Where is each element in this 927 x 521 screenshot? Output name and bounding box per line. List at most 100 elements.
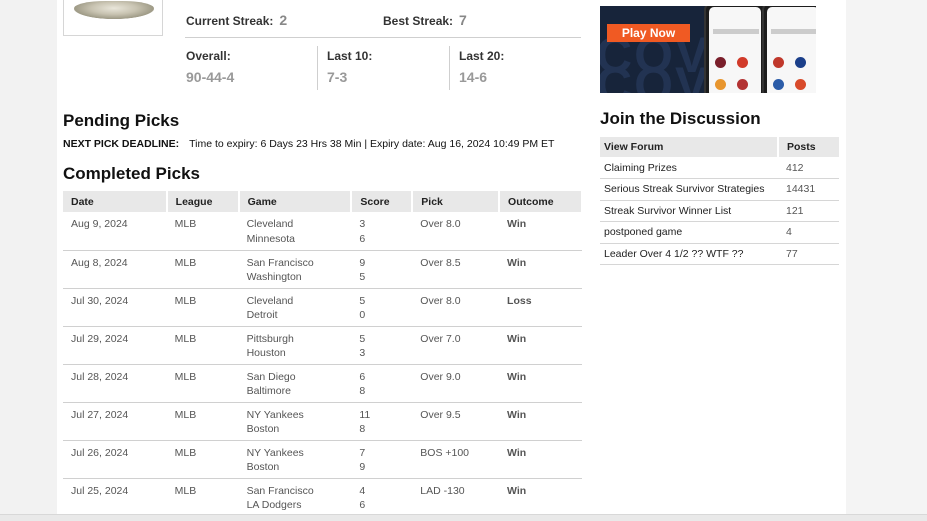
table-row: Jul 26, 2024 MLB NY Yankees Boston 79 BOS… [63,440,582,479]
pick-score: 95 [351,250,413,289]
pick-score: 46 [351,478,413,517]
best-streak-label: Best Streak: [383,14,454,28]
record-value: 7-3 [327,69,348,85]
table-row: Aug 8, 2024 MLB San Francisco Washington … [63,250,582,289]
score-home: 5 [359,332,366,345]
table-row: Jul 30, 2024 MLB Cleveland Detroit 50 Ove… [63,288,582,327]
forum-topic-row[interactable]: Serious Streak Survivor Strategies 14431 [600,178,839,201]
team-away: Boston [246,423,280,435]
forum-topic-link[interactable]: Claiming Prizes [600,157,778,179]
table-header-row: Date League Game Score Pick Outcome [63,191,583,212]
pick-outcome: Win [499,478,582,517]
score-home: 7 [359,446,366,459]
pick-outcome: Win [499,250,582,289]
pick-outcome: Win [499,402,582,441]
pick-score: 79 [351,440,413,479]
pick-choice: Over 8.0 [412,288,500,327]
pick-date: Jul 25, 2024 [63,478,167,517]
pick-choice: BOS +100 [412,440,500,479]
play-now-button[interactable]: Play Now [607,24,690,42]
pick-game: San Diego Baltimore [238,364,352,403]
pick-choice: Over 7.0 [412,326,500,365]
record-label: Last 10: [327,49,373,63]
pick-game: Cleveland Detroit [238,288,352,327]
team-away: Washington [246,271,302,283]
score-away: 5 [359,271,366,283]
team-home: San Diego [246,370,296,383]
column-header-pick[interactable]: Pick [412,191,501,212]
score-away: 0 [359,309,366,321]
divider [185,37,581,38]
forum-topic-row[interactable]: postponed game 4 [600,221,839,244]
horizontal-scrollbar[interactable] [0,514,927,521]
team-away: Boston [246,461,280,473]
pick-league: MLB [166,212,239,251]
team-away: Houston [246,347,286,359]
forum-topic-row[interactable]: Leader Over 4 1/2 ?? WTF ?? 77 [600,243,839,265]
table-row: Jul 28, 2024 MLB San Diego Baltimore 68 O… [63,364,582,403]
pick-game: San Francisco Washington [238,250,352,289]
forum-topic-link[interactable]: postponed game [600,221,778,244]
table-row: Aug 9, 2024 MLB Cleveland Minnesota 36 Ov… [63,212,582,251]
pick-game: NY Yankees Boston [238,402,352,441]
score-away: 6 [359,232,366,245]
score-away: 8 [359,423,366,435]
table-row: Jul 27, 2024 MLB NY Yankees Boston 11 8 Ov… [63,402,582,441]
pick-choice: Over 8.0 [412,212,500,251]
ad-background-text: COV [600,57,711,93]
record-overall: Overall: 90-44-4 [186,49,234,85]
deadline-label: NEXT PICK DEADLINE: [63,138,180,150]
score-home: 3 [359,218,366,230]
advertisement-banner[interactable]: COV COV Play Now [600,6,816,93]
current-streak-value: 2 [279,12,288,28]
pick-choice: LAD -130 [412,478,500,517]
avatar-image [74,1,154,19]
column-header-league[interactable]: League [166,191,240,212]
view-forum-link[interactable]: View Forum [600,137,778,157]
record-last-20: Last 20: 14-6 [459,49,504,85]
pick-league: MLB [166,250,239,289]
score-away: 8 [359,385,366,397]
pick-game: San Francisco LA Dodgers [238,478,352,517]
forum-topic-link[interactable]: Streak Survivor Winner List [600,200,778,222]
pick-outcome: Win [499,364,582,403]
pick-outcome: Loss [499,288,582,327]
team-home: Pittsburgh [246,332,294,345]
score-home: 4 [359,484,366,497]
pick-outcome: Win [499,212,582,251]
table-row: Jul 29, 2024 MLB Pittsburgh Houston 53 Ov… [63,326,582,365]
score-away: 3 [359,347,366,359]
completed-picks-heading: Completed Picks [63,164,200,183]
record-last-10: Last 10: 7-3 [327,49,372,85]
column-header-score[interactable]: Score [351,191,414,212]
record-label: Last 20: [459,49,505,63]
score-away: 6 [359,499,366,511]
forum-topic-row[interactable]: Streak Survivor Winner List 121 [600,200,839,222]
pick-date: Aug 8, 2024 [63,250,167,289]
posts-column-header: Posts [777,137,839,157]
pick-game: Cleveland Minnesota [238,212,352,251]
forum-topic-row[interactable]: Claiming Prizes 412 [600,157,839,179]
score-away: 9 [359,461,366,473]
score-home: 6 [359,370,366,383]
phone-mockup-image [762,6,816,93]
pick-score: 50 [351,288,413,327]
pending-picks-heading: Pending Picks [63,111,180,130]
team-home: Cleveland [246,294,294,307]
forum-topic-link[interactable]: Leader Over 4 1/2 ?? WTF ?? [600,243,778,265]
best-streak: Best Streak: 7 [383,12,467,28]
best-streak-value: 7 [459,12,467,28]
team-away: Baltimore [246,385,291,397]
pick-outcome: Win [499,326,582,365]
pick-date: Jul 28, 2024 [63,364,167,403]
phone-mockup-image [704,6,766,93]
pick-league: MLB [166,440,239,479]
completed-picks-table: Date League Game Score Pick Outcome Aug … [63,191,583,517]
column-header-game[interactable]: Game [238,191,353,212]
column-header-date[interactable]: Date [63,191,168,212]
forum-topic-link[interactable]: Serious Streak Survivor Strategies [600,178,778,201]
forum-header-row: View Forum Posts [600,137,839,157]
pick-league: MLB [166,288,239,327]
column-header-outcome[interactable]: Outcome [499,191,583,212]
record-label: Overall: [186,49,231,63]
